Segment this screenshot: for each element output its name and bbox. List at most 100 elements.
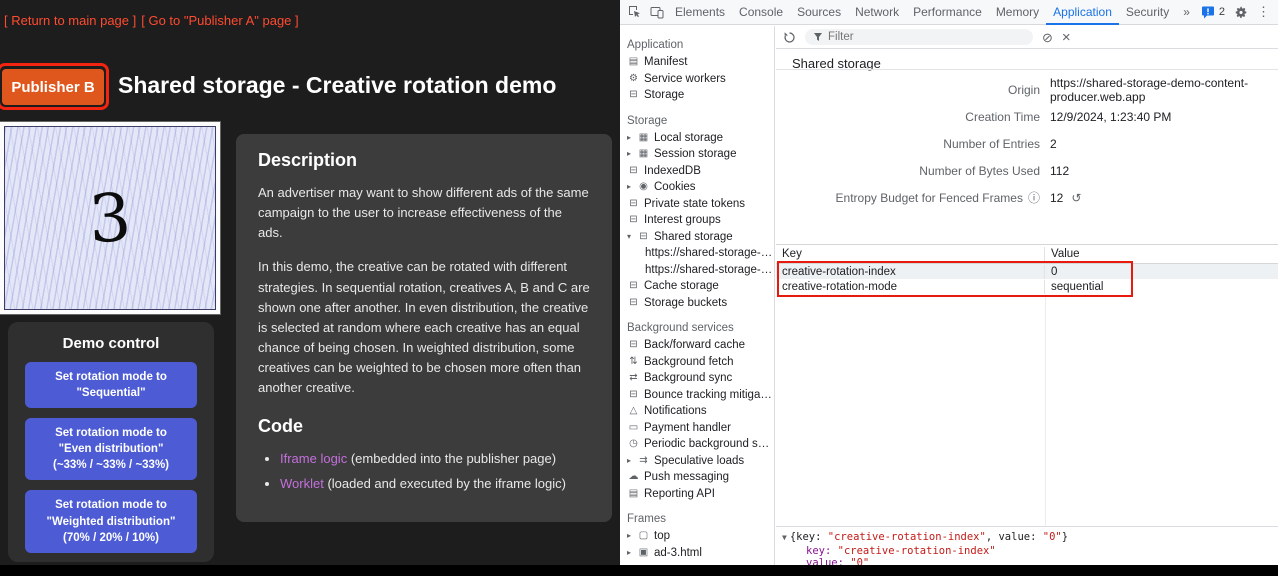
- filter-input[interactable]: [828, 31, 1008, 43]
- metadata-row: Number of Entries 2: [776, 130, 1278, 157]
- preview-prop-value: "0": [850, 557, 869, 565]
- sidebar-item-icon: [637, 229, 650, 246]
- sidebar-item-label: Back/forward cache: [644, 337, 774, 354]
- sidebar-item-periodic-background-sync[interactable]: Periodic background s…: [620, 436, 774, 453]
- link-go-publisher-a[interactable]: [ Go to "Publisher A" page ]: [141, 13, 298, 28]
- link-return-main[interactable]: [ Return to main page ]: [4, 13, 136, 28]
- sidebar-item-shared-storage[interactable]: ▾ Shared storage: [620, 229, 774, 246]
- sidebar-item-back-forward-cache[interactable]: Back/forward cache: [620, 337, 774, 354]
- preview-prop-name: key: [796, 531, 828, 543]
- tab-memory[interactable]: Memory: [989, 0, 1046, 25]
- demo-control-panel: Demo control Set rotation mode to "Seque…: [8, 322, 214, 562]
- sidebar-item-icon: [637, 179, 650, 196]
- sidebar-item-notifications[interactable]: Notifications: [620, 403, 774, 420]
- sidebar-item-speculative-loads[interactable]: ▸ Speculative loads: [620, 453, 774, 470]
- sidebar-item-reporting-api[interactable]: Reporting API: [620, 486, 774, 503]
- device-toolbar-icon[interactable]: [646, 0, 668, 24]
- issues-button[interactable]: 2: [1201, 6, 1225, 19]
- sidebar-item-frame-top[interactable]: ▸ top: [620, 528, 774, 545]
- demo-button-sequential[interactable]: Set rotation mode to "Sequential": [25, 362, 197, 408]
- close-icon[interactable]: ×: [1062, 30, 1071, 45]
- sidebar-item-push-messaging[interactable]: Push messaging: [620, 469, 774, 486]
- sidebar-item-bounce-tracking[interactable]: Bounce tracking mitiga…: [620, 387, 774, 404]
- sidebar-item-storage-buckets[interactable]: Storage buckets: [620, 295, 774, 312]
- description-paragraph-2: In this demo, the creative can be rotate…: [258, 257, 590, 398]
- ad-creative-frame[interactable]: 3: [4, 126, 216, 310]
- settings-gear-icon[interactable]: [1234, 5, 1248, 19]
- expand-arrow-icon[interactable]: ▸: [627, 453, 637, 470]
- preview-prop-name: value: [998, 531, 1042, 543]
- sidebar-item-private-state-tokens[interactable]: Private state tokens: [620, 196, 774, 213]
- more-options-icon[interactable]: ⋮: [1257, 4, 1270, 20]
- sidebar-item-label: Push messaging: [644, 469, 774, 486]
- demo-button-weighted[interactable]: Set rotation mode to "Weighted distribut…: [25, 490, 197, 552]
- sidebar-item-icon: [627, 337, 640, 354]
- sidebar-item-frame-ad3[interactable]: ▸ ad-3.html: [620, 545, 774, 562]
- expand-arrow-icon[interactable]: ▸: [627, 130, 637, 147]
- filter-box: [805, 29, 1033, 45]
- demo-button-even[interactable]: Set rotation mode to "Even distribution"…: [25, 418, 197, 480]
- sidebar-item-cookies[interactable]: ▸ Cookies: [620, 179, 774, 196]
- code-link[interactable]: Iframe logic: [280, 451, 347, 466]
- tab-more[interactable]: »: [1176, 0, 1197, 25]
- sidebar-item-storage[interactable]: Storage: [620, 87, 774, 104]
- code-link[interactable]: Worklet: [280, 476, 324, 491]
- grid-column-separator: [1045, 294, 1046, 526]
- metadata-row: Origin https://shared-storage-demo-conte…: [776, 76, 1278, 103]
- sidebar-item-service-workers[interactable]: Service workers: [620, 71, 774, 88]
- tab-network[interactable]: Network: [848, 0, 906, 25]
- tab-application[interactable]: Application: [1046, 0, 1119, 25]
- sidebar-section-storage: Storage: [620, 113, 774, 130]
- tab-elements[interactable]: Elements: [668, 0, 732, 25]
- info-icon[interactable]: ⓘ: [1028, 191, 1040, 205]
- expand-arrow-icon[interactable]: ▸: [627, 179, 637, 196]
- sidebar-item-background-sync[interactable]: Background sync: [620, 370, 774, 387]
- expand-arrow-icon[interactable]: ▾: [627, 229, 637, 246]
- refresh-icon[interactable]: [783, 31, 796, 44]
- entry-preview-pane: ▼{key"creative-rotation-index"value"0"} …: [776, 526, 1278, 565]
- publisher-b-button[interactable]: Publisher B: [2, 69, 104, 105]
- preview-property-row[interactable]: key"creative-rotation-index": [782, 545, 1278, 558]
- clear-all-icon[interactable]: ⊘: [1042, 31, 1053, 44]
- preview-prop-value: "0": [1043, 531, 1062, 543]
- sidebar-item-icon: [627, 436, 640, 453]
- sidebar-item-payment-handler[interactable]: Payment handler: [620, 420, 774, 437]
- sidebar-item-label: Manifest: [644, 54, 774, 71]
- expand-arrow-icon[interactable]: ▸: [627, 146, 637, 163]
- sidebar-item-indexeddb[interactable]: IndexedDB: [620, 163, 774, 180]
- sidebar-item-cache-storage[interactable]: Cache storage: [620, 278, 774, 295]
- preview-summary-line[interactable]: ▼{key"creative-rotation-index"value"0"}: [782, 531, 1278, 545]
- sidebar-item-manifest[interactable]: Manifest: [620, 54, 774, 71]
- preview-property-row[interactable]: value"0": [782, 557, 1278, 565]
- sidebar-item-label: Private state tokens: [644, 196, 774, 213]
- sidebar-item-label: Shared storage: [654, 229, 774, 246]
- sidebar-item-icon: [627, 469, 640, 486]
- expand-arrow-icon[interactable]: ▸: [627, 545, 637, 562]
- expand-arrow-icon[interactable]: ▸: [627, 528, 637, 545]
- expand-arrow-icon[interactable]: ▼: [782, 533, 787, 542]
- sidebar-item-local-storage[interactable]: ▸ Local storage: [620, 130, 774, 147]
- tab-sources[interactable]: Sources: [790, 0, 848, 25]
- tab-security[interactable]: Security: [1119, 0, 1176, 25]
- sidebar-item-shared-storage-origin-1[interactable]: https://shared-storage-d…: [620, 245, 774, 262]
- column-header-key[interactable]: Key: [776, 247, 1045, 261]
- reset-budget-icon[interactable]: ↺: [1071, 191, 1081, 205]
- sidebar-item-icon: [637, 453, 650, 470]
- tab-performance[interactable]: Performance: [906, 0, 989, 25]
- sidebar-item-label: Speculative loads: [654, 453, 774, 470]
- tab-console[interactable]: Console: [732, 0, 790, 25]
- table-row[interactable]: creative-rotation-index 0: [776, 264, 1278, 279]
- inspect-element-icon[interactable]: [624, 0, 646, 24]
- table-row[interactable]: creative-rotation-mode sequential: [776, 279, 1278, 294]
- sidebar-item-session-storage[interactable]: ▸ Session storage: [620, 146, 774, 163]
- sidebar-item-shared-storage-origin-2[interactable]: https://shared-storage-d…: [620, 262, 774, 279]
- sidebar-item-interest-groups[interactable]: Interest groups: [620, 212, 774, 229]
- column-header-value[interactable]: Value: [1045, 247, 1278, 261]
- metadata-value: 2: [1050, 137, 1057, 151]
- description-heading: Description: [258, 150, 590, 171]
- cell-key: creative-rotation-index: [776, 265, 1045, 279]
- preview-prop-name: key: [806, 545, 838, 557]
- sidebar-item-background-fetch[interactable]: Background fetch: [620, 354, 774, 371]
- preview-prop-value: "creative-rotation-index": [828, 531, 986, 543]
- sidebar-item-label: IndexedDB: [644, 163, 774, 180]
